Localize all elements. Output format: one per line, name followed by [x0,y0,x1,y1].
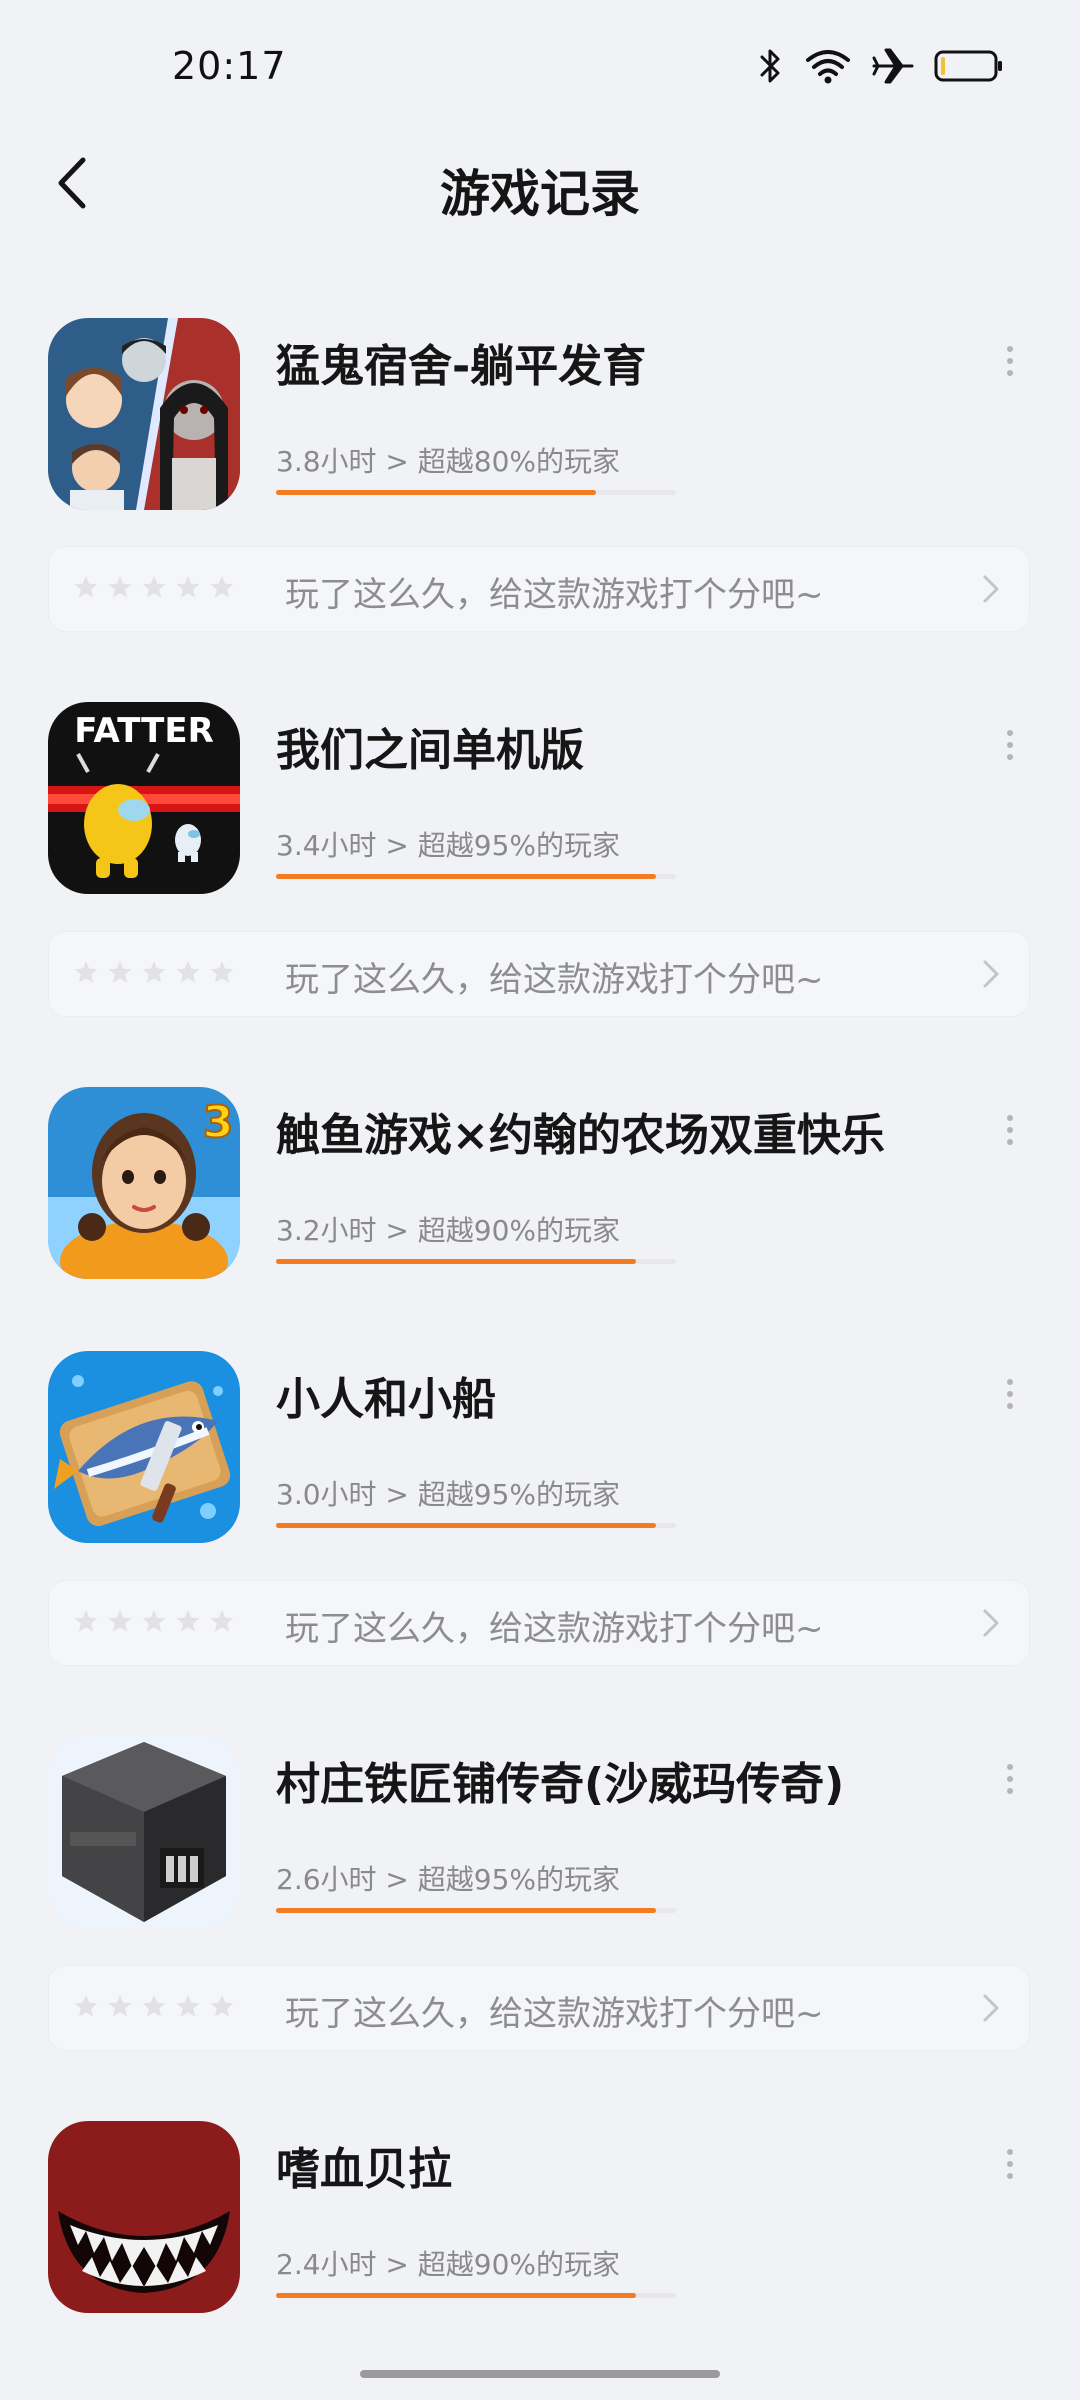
progress-bar [276,490,676,495]
star-rating[interactable] [73,1608,235,1634]
rating-prompt: 玩了这么久，给这款游戏打个分吧~ [285,1994,824,2034]
progress-fill [276,2293,636,2298]
game-item[interactable]: 3 触鱼游戏×约翰的农场双重快乐 3.2小时 > 超越90%的玩家 [0,1087,1080,1279]
star-icon[interactable] [141,1608,167,1634]
wifi-icon [804,46,852,86]
game-item[interactable]: 小人和小船 3.0小时 > 超越95%的玩家 [0,1351,1080,1543]
rating-row[interactable]: 玩了这么久，给这款游戏打个分吧~ [48,1580,1030,1666]
star-icon[interactable] [209,1608,235,1634]
among-us-game-icon[interactable]: FATTER [48,702,240,894]
progress-fill [276,490,596,495]
star-icon[interactable] [175,959,201,985]
status-time: 20:17 [172,44,287,88]
game-item[interactable]: 嗜血贝拉 2.4小时 > 超越90%的玩家 [0,2121,1080,2313]
more-options-button[interactable] [990,1107,1030,1153]
progress-bar [276,1523,676,1528]
game-stats: 2.6小时 > 超越95%的玩家 [276,1863,621,1896]
star-icon[interactable] [141,1993,167,2019]
star-icon[interactable] [107,959,133,985]
fish-board-game-icon[interactable] [48,1351,240,1543]
status-bar: 20:17 [0,0,1080,130]
star-icon[interactable] [107,1608,133,1634]
more-options-button[interactable] [990,722,1030,768]
more-options-button[interactable] [990,1371,1030,1417]
progress-fill [276,1523,656,1528]
star-icon[interactable] [175,574,201,600]
ghost-dorm-game-icon[interactable] [48,318,240,510]
home-indicator[interactable] [360,2370,720,2378]
game-stats: 3.4小时 > 超越95%的玩家 [276,829,621,862]
airplane-icon [872,46,914,86]
bluetooth-icon [758,46,784,86]
rating-row[interactable]: 玩了这么久，给这款游戏打个分吧~ [48,546,1030,632]
game-name: 猛鬼宿舍-躺平发育 [276,341,647,392]
star-icon[interactable] [175,1993,201,2019]
game-item[interactable]: FATTER 我们之间单机版 3.4小时 > 超越95%的玩家 [0,702,1080,894]
progress-fill [276,1908,656,1913]
more-options-button[interactable] [990,2141,1030,2187]
progress-bar [276,1908,676,1913]
game-item[interactable]: 村庄铁匠铺传奇(沙威玛传奇) 2.6小时 > 超越95%的玩家 [0,1736,1080,1928]
star-icon[interactable] [141,574,167,600]
star-icon[interactable] [209,1993,235,2019]
star-icon[interactable] [141,959,167,985]
star-icon[interactable] [107,1993,133,2019]
game-stats: 3.2小时 > 超越90%的玩家 [276,1214,621,1247]
svg-text:3: 3 [203,1097,234,1148]
star-icon[interactable] [209,574,235,600]
svg-text:FATTER: FATTER [74,711,214,751]
header: 游戏记录 [0,130,1080,240]
grin-monster-game-icon[interactable] [48,2121,240,2313]
more-options-button[interactable] [990,1756,1030,1802]
star-icon[interactable] [73,959,99,985]
progress-bar [276,2293,676,2298]
game-stats: 2.4小时 > 超越90%的玩家 [276,2248,621,2281]
chevron-right-icon [981,1992,1001,2028]
chevron-right-icon [981,958,1001,994]
star-rating[interactable] [73,959,235,985]
game-item[interactable]: 猛鬼宿舍-躺平发育 3.8小时 > 超越80%的玩家 [0,318,1080,510]
rating-prompt: 玩了这么久，给这款游戏打个分吧~ [285,1609,824,1649]
star-icon[interactable] [175,1608,201,1634]
game-stats: 3.0小时 > 超越95%的玩家 [276,1478,621,1511]
rating-prompt: 玩了这么久，给这款游戏打个分吧~ [285,575,824,615]
game-name: 触鱼游戏×约翰的农场双重快乐 [276,1110,885,1161]
star-rating[interactable] [73,1993,235,2019]
progress-fill [276,874,656,879]
battery-icon [934,49,1004,83]
progress-fill [276,1259,636,1264]
star-icon[interactable] [73,1993,99,2019]
star-icon[interactable] [107,574,133,600]
game-name: 小人和小船 [276,1374,496,1425]
game-stats: 3.8小时 > 超越80%的玩家 [276,445,621,478]
star-icon[interactable] [73,574,99,600]
star-icon[interactable] [73,1608,99,1634]
chevron-right-icon [981,573,1001,609]
rating-prompt: 玩了这么久，给这款游戏打个分吧~ [285,960,824,1000]
game-name: 嗜血贝拉 [276,2144,452,2195]
rating-row[interactable]: 玩了这么久，给这款游戏打个分吧~ [48,1965,1030,2051]
status-icons [758,46,1004,86]
game-name: 我们之间单机版 [276,725,584,776]
rating-row[interactable]: 玩了这么久，给这款游戏打个分吧~ [48,931,1030,1017]
star-icon[interactable] [209,959,235,985]
progress-bar [276,874,676,879]
star-rating[interactable] [73,574,235,600]
chevron-right-icon [981,1607,1001,1643]
more-options-button[interactable] [990,338,1030,384]
game-history-screen: 20:17 游戏记录 猛鬼宿舍-躺平发育 3.8小时 > 超越80%的玩家 玩了… [0,0,1080,2400]
furnace-block-game-icon[interactable] [48,1736,240,1928]
progress-bar [276,1259,676,1264]
page-title: 游戏记录 [440,165,640,223]
doll-game-icon[interactable]: 3 [48,1087,240,1279]
game-name: 村庄铁匠铺传奇(沙威玛传奇) [276,1759,845,1810]
